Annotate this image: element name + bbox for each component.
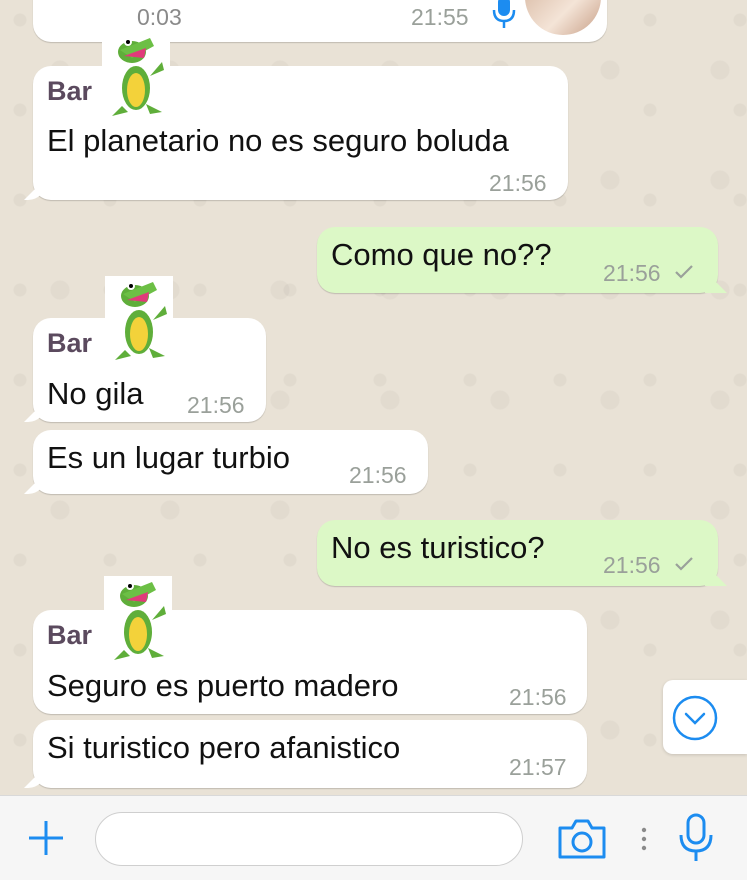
sender-name: Bar xyxy=(47,76,93,106)
incoming-message[interactable]: Es un lugar turbio 21:56 xyxy=(33,430,428,494)
crocodile-sticker-icon xyxy=(104,576,172,664)
chevron-down-icon xyxy=(672,695,718,741)
message-text: Es un lugar turbio xyxy=(47,440,290,475)
message-time: 21:57 xyxy=(509,754,567,780)
sent-check-icon xyxy=(675,265,693,279)
message-text: El planetario no es seguro boluda xyxy=(47,123,509,158)
camera-icon[interactable] xyxy=(556,818,608,860)
outgoing-message[interactable]: Como que no?? 21:56 xyxy=(317,227,718,293)
voice-sender-avatar xyxy=(525,0,601,35)
sent-check-icon xyxy=(675,557,693,571)
message-time: 21:56 xyxy=(489,170,547,196)
message-time: 21:56 xyxy=(509,684,567,710)
voice-duration: 0:03 xyxy=(137,4,182,30)
message-input-bar xyxy=(0,795,747,880)
incoming-message[interactable]: Si turistico pero afanistico 21:57 xyxy=(33,720,587,788)
microphone-icon[interactable] xyxy=(677,812,715,864)
sender-name: Bar xyxy=(47,620,93,650)
message-time: 21:56 xyxy=(603,552,661,578)
sender-name: Bar xyxy=(47,328,93,358)
more-vertical-icon[interactable] xyxy=(639,826,649,852)
voice-time: 21:55 xyxy=(411,4,469,30)
chat-area[interactable]: 0:03 21:55 Bar El planetario no es segur… xyxy=(0,0,747,795)
scroll-to-bottom-button[interactable] xyxy=(663,680,747,754)
message-time: 21:56 xyxy=(187,392,245,418)
message-time: 21:56 xyxy=(349,462,407,488)
plus-icon[interactable] xyxy=(26,818,66,858)
message-time: 21:56 xyxy=(603,260,661,286)
outgoing-message[interactable]: No es turistico? 21:56 xyxy=(317,520,718,586)
crocodile-sticker-icon xyxy=(105,276,173,364)
message-input[interactable] xyxy=(95,812,523,866)
message-text: No es turistico? xyxy=(331,530,545,565)
message-text: Como que no?? xyxy=(331,237,552,272)
microphone-icon xyxy=(492,0,516,28)
message-text: Seguro es puerto madero xyxy=(47,668,399,703)
message-text: No gila xyxy=(47,376,144,411)
message-text: Si turistico pero afanistico xyxy=(47,730,401,765)
crocodile-sticker-icon xyxy=(102,32,170,120)
